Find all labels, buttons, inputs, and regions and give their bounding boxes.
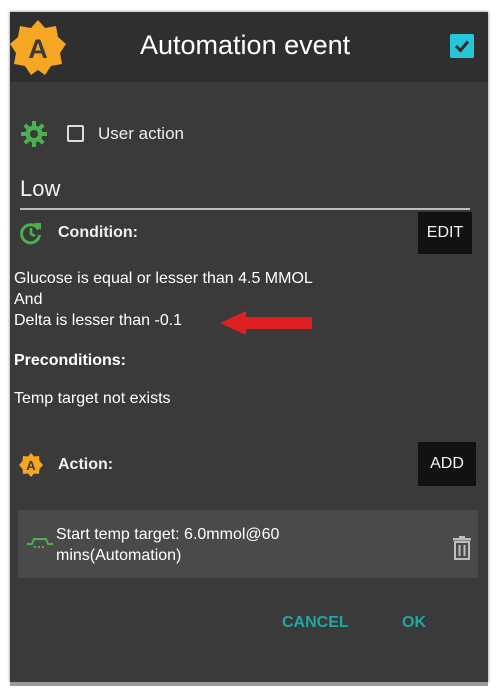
condition-header: Condition: <box>18 220 218 250</box>
temp-target-icon <box>27 538 53 548</box>
ok-button[interactable]: OK <box>402 614 426 632</box>
check-icon <box>454 40 470 53</box>
event-name-field[interactable]: Low <box>20 174 470 210</box>
automation-event-dialog: A Automation event User action Low Condi… <box>10 12 488 682</box>
action-header: A Action: <box>18 452 218 482</box>
gear-icon <box>21 121 47 147</box>
trash-icon[interactable] <box>452 536 472 560</box>
automation-action-icon: A <box>19 453 43 477</box>
cancel-button[interactable]: CANCEL <box>282 614 349 632</box>
dialog-titlebar: A Automation event <box>10 12 488 82</box>
action-label: Action: <box>58 456 114 473</box>
condition-line-glucose: Glucose is equal or lesser than 4.5 MMOL <box>14 270 313 287</box>
dialog-title: Automation event <box>140 30 351 60</box>
event-name-value[interactable]: Low <box>20 176 60 202</box>
app-icon-letter: A <box>28 34 48 64</box>
automation-app-icon: A <box>10 20 66 75</box>
user-action-row: User action <box>20 120 420 148</box>
action-item[interactable]: Start temp target: 6.0mmol@60 mins(Autom… <box>18 510 478 578</box>
precondition-line: Temp target not exists <box>14 390 171 407</box>
red-arrow-icon <box>220 311 312 335</box>
enabled-checkbox[interactable] <box>450 34 474 58</box>
user-action-checkbox[interactable] <box>67 125 84 142</box>
edit-condition-button[interactable]: EDIT <box>418 212 472 254</box>
preconditions-label: Preconditions: <box>14 352 127 369</box>
action-item-text[interactable]: Start temp target: 6.0mmol@60 mins(Autom… <box>56 524 346 566</box>
condition-line-delta: Delta is lesser than -0.1 <box>14 312 183 329</box>
condition-line-and: And <box>14 291 43 308</box>
condition-label: Condition: <box>58 224 138 241</box>
add-action-button[interactable]: ADD <box>418 442 476 486</box>
action-icon-letter: A <box>26 458 36 473</box>
user-action-label[interactable]: User action <box>98 124 184 144</box>
bottom-edge-strip <box>10 682 488 686</box>
refresh-icon <box>20 223 41 245</box>
